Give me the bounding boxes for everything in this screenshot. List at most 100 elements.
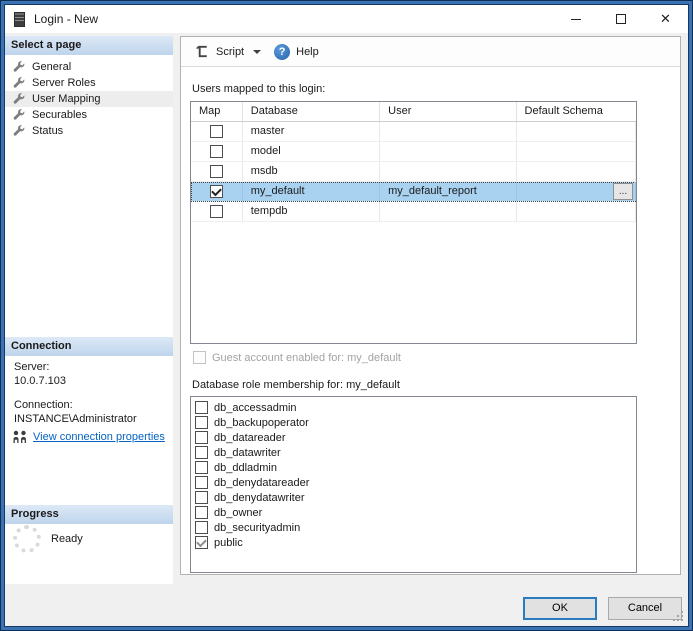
role-checkbox[interactable] <box>195 506 208 519</box>
user-cell[interactable] <box>380 202 516 221</box>
dialog-window: Login - New ✕ Select a page General Serv… <box>0 0 693 631</box>
sidebar-item-user-mapping[interactable]: User Mapping <box>5 91 173 107</box>
sidebar-item-label: Securables <box>32 109 87 121</box>
sidebar-item-securables[interactable]: Securables <box>5 107 173 123</box>
role-checkbox[interactable] <box>195 461 208 474</box>
connection-label: Connection: <box>14 399 73 411</box>
role-label: db_datareader <box>214 432 286 444</box>
column-header-default-schema[interactable]: Default Schema <box>517 102 636 121</box>
default-schema-cell[interactable]: ... <box>517 182 636 201</box>
view-connection-properties-link[interactable]: View connection properties <box>33 431 165 443</box>
role-checkbox[interactable] <box>195 476 208 489</box>
wrench-icon <box>13 125 25 137</box>
help-icon <box>274 44 290 60</box>
role-item[interactable]: db_datareader <box>195 430 636 445</box>
map-checkbox[interactable] <box>210 165 223 178</box>
role-item[interactable]: db_accessadmin <box>195 400 636 415</box>
map-checkbox[interactable] <box>210 125 223 138</box>
help-button[interactable]: Help <box>269 41 324 63</box>
role-checkbox[interactable] <box>195 401 208 414</box>
user-cell[interactable] <box>380 142 516 161</box>
database-cell: msdb <box>243 162 380 181</box>
table-header: Map Database User Default Schema <box>191 102 636 122</box>
column-header-user[interactable]: User <box>380 102 516 121</box>
column-header-map[interactable]: Map <box>191 102 243 121</box>
wrench-icon <box>13 109 25 121</box>
close-icon: ✕ <box>660 14 671 24</box>
role-checkbox[interactable] <box>195 416 208 429</box>
sidebar-item-status[interactable]: Status <box>5 123 173 139</box>
role-item[interactable]: db_securityadmin <box>195 520 636 535</box>
map-checkbox[interactable] <box>210 185 223 198</box>
minimize-button[interactable] <box>553 5 598 33</box>
map-cell <box>191 182 243 201</box>
role-membership-label: Database role membership for: my_default <box>192 379 400 391</box>
default-schema-cell[interactable] <box>517 122 636 141</box>
role-item[interactable]: db_datawriter <box>195 445 636 460</box>
role-item[interactable]: db_denydatawriter <box>195 490 636 505</box>
app-icon <box>14 12 25 27</box>
role-checkbox[interactable] <box>195 491 208 504</box>
cancel-button[interactable]: Cancel <box>608 597 682 620</box>
table-row-msdb[interactable]: msdb <box>191 162 636 182</box>
browse-schema-button[interactable]: ... <box>613 183 633 200</box>
role-label: db_datawriter <box>214 447 281 459</box>
minimize-icon <box>571 19 581 20</box>
map-checkbox[interactable] <box>210 205 223 218</box>
table-row-tempdb[interactable]: tempdb <box>191 202 636 222</box>
role-checkbox[interactable] <box>195 431 208 444</box>
role-item[interactable]: db_ddladmin <box>195 460 636 475</box>
default-schema-cell[interactable] <box>517 162 636 181</box>
connection-header: Connection <box>5 337 173 356</box>
user-mapping-table: Map Database User Default Schema master … <box>190 101 637 344</box>
main-panel: Script Help Users mapped to this login: … <box>180 36 681 575</box>
maximize-button[interactable] <box>598 5 643 33</box>
map-cell <box>191 122 243 141</box>
role-checkbox[interactable] <box>195 521 208 534</box>
script-dropdown-icon[interactable] <box>253 50 261 54</box>
user-cell[interactable]: my_default_report <box>380 182 516 201</box>
role-label: public <box>214 537 243 549</box>
progress-header: Progress <box>5 505 173 524</box>
script-button[interactable]: Script <box>190 41 249 62</box>
guest-account-label: Guest account enabled for: my_default <box>212 352 401 364</box>
wrench-icon <box>13 93 25 105</box>
resize-grip[interactable] <box>681 619 683 621</box>
default-schema-cell[interactable] <box>517 142 636 161</box>
sidebar-item-label: Status <box>32 125 63 137</box>
ok-button[interactable]: OK <box>523 597 597 620</box>
user-cell[interactable] <box>380 122 516 141</box>
role-item[interactable]: db_backupoperator <box>195 415 636 430</box>
table-row-master[interactable]: master <box>191 122 636 142</box>
column-header-database[interactable]: Database <box>243 102 380 121</box>
table-row-my-default[interactable]: my_default my_default_report ... <box>191 182 636 202</box>
connection-properties-icon <box>12 430 28 444</box>
default-schema-cell[interactable] <box>517 202 636 221</box>
script-label: Script <box>216 46 244 58</box>
wrench-icon <box>13 61 25 73</box>
role-item[interactable]: public <box>195 535 636 550</box>
wrench-icon <box>13 77 25 89</box>
user-cell[interactable] <box>380 162 516 181</box>
map-cell <box>191 202 243 221</box>
role-list: db_accessadmin db_backupoperator db_data… <box>190 396 637 573</box>
progress-spinner-icon <box>13 525 41 553</box>
map-checkbox[interactable] <box>210 145 223 158</box>
help-label: Help <box>296 46 319 58</box>
table-row-model[interactable]: model <box>191 142 636 162</box>
sidebar-item-server-roles[interactable]: Server Roles <box>5 75 173 91</box>
role-item[interactable]: db_denydatareader <box>195 475 636 490</box>
role-checkbox[interactable] <box>195 446 208 459</box>
title-bar[interactable]: Login - New ✕ <box>5 5 688 33</box>
sidebar-item-general[interactable]: General <box>5 59 173 75</box>
role-checkbox[interactable] <box>195 536 208 549</box>
role-item[interactable]: db_owner <box>195 505 636 520</box>
maximize-icon <box>616 14 626 24</box>
window-border-inner: Login - New ✕ Select a page General Serv… <box>4 4 689 627</box>
database-cell: my_default <box>243 182 380 201</box>
window-title: Login - New <box>34 12 98 26</box>
close-button[interactable]: ✕ <box>643 5 688 33</box>
users-mapped-label: Users mapped to this login: <box>192 83 325 95</box>
role-label: db_owner <box>214 507 262 519</box>
page-list: General Server Roles User Mapping Secura… <box>5 59 173 139</box>
